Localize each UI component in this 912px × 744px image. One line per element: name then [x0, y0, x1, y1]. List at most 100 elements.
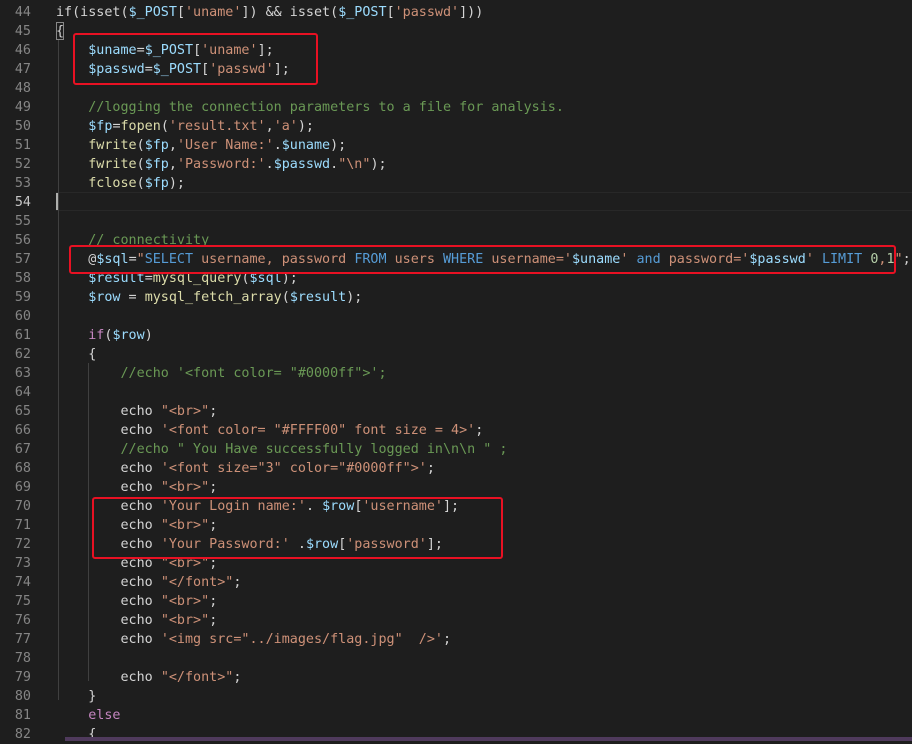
code-token: $row	[112, 328, 145, 343]
code-token: //echo " You Have successfully logged in…	[120, 442, 508, 457]
code-token: $uname	[281, 138, 331, 153]
code-text: $fp=fopen('result.txt','a');	[56, 117, 314, 136]
line-number: 64	[14, 385, 31, 400]
code-token: 'a'	[273, 119, 298, 134]
code-line[interactable]: 74 echo "</font>";	[0, 573, 912, 592]
code-token: echo	[56, 670, 161, 685]
code-line[interactable]: 78	[0, 649, 912, 668]
code-token: echo	[56, 480, 161, 495]
code-token: ,	[265, 119, 274, 134]
code-token: {	[56, 347, 97, 362]
code-editor[interactable]: 44 if(isset($_POST['uname']) && isset($_P…	[0, 0, 912, 744]
code-token: (	[136, 138, 145, 153]
code-token: ;	[442, 632, 452, 647]
code-token: $fp	[144, 138, 169, 153]
code-line[interactable]: 59 $row = mysql_fetch_array($result);	[0, 288, 912, 307]
code-text: echo '<font size="3" color="#0000ff">';	[56, 459, 434, 478]
line-number: 82	[14, 727, 31, 742]
line-number: 57	[14, 252, 31, 267]
code-line[interactable]: 80 }	[0, 687, 912, 706]
line-number: 81	[14, 708, 31, 723]
line-number: 73	[14, 556, 31, 571]
line-number: 65	[14, 404, 31, 419]
code-text: }	[56, 687, 96, 706]
code-token: $fp	[88, 119, 113, 134]
code-text: //logging the connection parameters to a…	[56, 98, 564, 117]
code-token: '<font color= "#FFFF00" font size = 4>'	[160, 423, 476, 438]
code-line[interactable]: 52 fwrite($fp,'Password:'.$passwd."\n");	[0, 155, 912, 174]
code-line[interactable]: 77 echo '<img src="../images/flag.jpg" /…	[0, 630, 912, 649]
code-token: $row	[88, 290, 121, 305]
code-token: ,	[168, 157, 177, 172]
horizontal-scrollbar[interactable]	[65, 737, 912, 741]
code-line[interactable]: 81 else	[0, 706, 912, 725]
code-line[interactable]: 60	[0, 307, 912, 326]
code-line[interactable]: 61 if($row)	[0, 326, 912, 345]
line-number: 79	[14, 670, 31, 685]
code-line[interactable]: 75 echo "<br>";	[0, 592, 912, 611]
code-token: else	[88, 708, 121, 723]
code-line[interactable]: 62 {	[0, 345, 912, 364]
code-text: {	[56, 725, 96, 744]
code-line[interactable]: 67 //echo " You Have successfully logged…	[0, 440, 912, 459]
line-number: 63	[14, 366, 31, 381]
code-token: echo	[56, 404, 161, 419]
code-token: ;	[475, 423, 484, 438]
code-line[interactable]: 82 {	[0, 725, 912, 744]
code-line[interactable]: 53 fclose($fp);	[0, 174, 912, 193]
line-number: 66	[14, 423, 31, 438]
line-number: 67	[14, 442, 31, 457]
line-number: 48	[14, 81, 31, 96]
code-token: echo	[56, 461, 161, 476]
code-text: echo "<br>";	[56, 611, 217, 630]
line-number: 77	[14, 632, 31, 647]
line-number: 58	[14, 271, 31, 286]
code-line[interactable]: 69 echo "<br>";	[0, 478, 912, 497]
code-token: [	[386, 5, 395, 20]
code-line[interactable]: 49 //logging the connection parameters t…	[0, 98, 912, 117]
bracket-match-marker	[56, 22, 64, 40]
code-text: echo "<br>";	[56, 478, 217, 497]
code-token: )	[144, 328, 153, 343]
line-number: 72	[14, 537, 31, 552]
code-line[interactable]: 54	[0, 193, 912, 212]
line-number: 51	[14, 138, 31, 153]
code-token: "</font>"	[160, 670, 234, 685]
code-line[interactable]: 65 echo "<br>";	[0, 402, 912, 421]
code-line[interactable]: 50 $fp=fopen('result.txt','a');	[0, 117, 912, 136]
code-line[interactable]: 64	[0, 383, 912, 402]
code-token: $fp	[144, 176, 169, 191]
code-token: );	[370, 157, 387, 172]
line-number: 52	[14, 157, 31, 172]
code-token: (	[160, 119, 169, 134]
code-token: }	[56, 689, 97, 704]
code-token: ;	[209, 404, 218, 419]
code-line[interactable]: 51 fwrite($fp,'User Name:'.$uname);	[0, 136, 912, 155]
line-number: 44	[14, 5, 31, 20]
code-line[interactable]: 76 echo "<br>";	[0, 611, 912, 630]
line-number: 78	[14, 651, 31, 666]
line-number: 54	[14, 195, 31, 210]
code-token: (	[136, 176, 145, 191]
code-text: echo "<br>";	[56, 402, 217, 421]
code-line[interactable]: 63 //echo '<font color= "#0000ff">';	[0, 364, 912, 383]
line-number: 75	[14, 594, 31, 609]
code-line[interactable]: 55	[0, 212, 912, 231]
code-token: "</font>"	[160, 575, 234, 590]
code-line[interactable]: 68 echo '<font size="3" color="#0000ff">…	[0, 459, 912, 478]
code-line[interactable]: 79 echo "</font>";	[0, 668, 912, 687]
code-text: fclose($fp);	[56, 174, 185, 193]
code-text: echo '<font color= "#FFFF00" font size =…	[56, 421, 483, 440]
code-text: //echo " You Have successfully logged in…	[56, 440, 508, 459]
line-number: 76	[14, 613, 31, 628]
code-token: =	[112, 119, 121, 134]
code-token: fwrite	[88, 157, 137, 172]
code-text: echo "</font>";	[56, 573, 241, 592]
code-token: ,	[168, 138, 177, 153]
code-token: $_POST	[128, 5, 177, 20]
code-line[interactable]: 66 echo '<font color= "#FFFF00" font siz…	[0, 421, 912, 440]
line-number: 55	[14, 214, 31, 229]
code-line[interactable]: 44 if(isset($_POST['uname']) && isset($_P…	[0, 3, 912, 22]
